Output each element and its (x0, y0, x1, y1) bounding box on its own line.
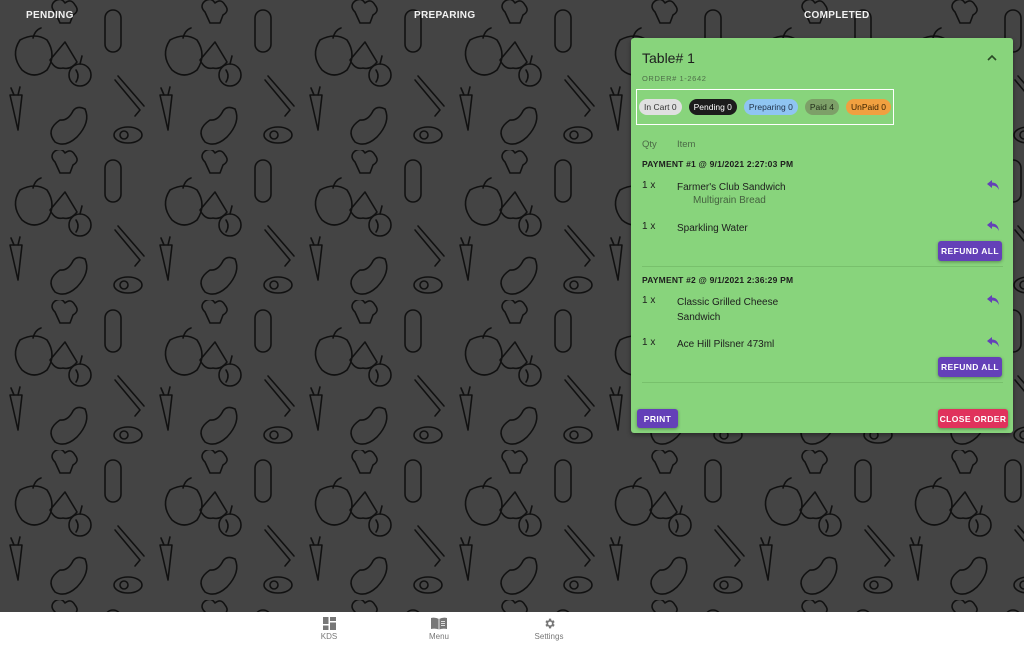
divider (642, 382, 1003, 383)
order-card: Table# 1 ORDER# 1-2642 In Cart 0 Pending… (631, 38, 1013, 433)
undo-icon[interactable] (986, 294, 1000, 306)
chip-pending[interactable]: Pending 0 (688, 99, 737, 115)
item-name: Sparkling Water (677, 223, 748, 234)
nav-label: Settings (534, 632, 564, 641)
gear-icon (544, 618, 555, 629)
nav-label: KDS (320, 632, 338, 641)
undo-icon[interactable] (986, 336, 1000, 348)
payment-header: PAYMENT #1 @ 9/1/2021 2:27:03 PM (642, 159, 794, 169)
table-title: Table# 1 (642, 50, 695, 66)
nav-item-menu[interactable]: Menu (409, 617, 469, 641)
nav-item-settings[interactable]: Settings (519, 617, 579, 641)
item-name: Farmer's Club Sandwich (677, 182, 786, 193)
chip-preparing[interactable]: Preparing 0 (743, 99, 798, 115)
item-name: Ace Hill Pilsner 473ml (677, 339, 775, 350)
qty-header: Qty (642, 139, 657, 150)
item-modifier: Multigrain Bread (693, 195, 766, 206)
order-number: ORDER# 1-2642 (642, 74, 707, 83)
bottom-navigation: KDS Menu Settings (0, 612, 1024, 649)
chip-unpaid[interactable]: UnPaid 0 (845, 99, 891, 115)
item-name: Classic Grilled Cheese Sandwich (677, 297, 779, 323)
item-qty: 1 x (642, 295, 656, 306)
column-header-preparing: PREPARING (414, 10, 476, 21)
dashboard-icon (322, 617, 336, 630)
item-qty: 1 x (642, 180, 656, 191)
item-qty: 1 x (642, 337, 656, 348)
refund-all-button[interactable]: REFUND ALL (938, 357, 1002, 377)
column-header-completed: COMPLETED (804, 10, 870, 21)
payment-header: PAYMENT #2 @ 9/1/2021 2:36:29 PM (642, 275, 794, 285)
undo-icon[interactable] (986, 220, 1000, 232)
refund-all-button[interactable]: REFUND ALL (938, 241, 1002, 261)
chip-in-cart[interactable]: In Cart 0 (639, 99, 682, 115)
chevron-up-icon[interactable] (985, 52, 999, 64)
item-header: Item (677, 139, 696, 150)
menu-book-icon (431, 617, 447, 630)
close-order-button[interactable]: CLOSE ORDER (938, 409, 1008, 428)
print-button[interactable]: PRINT (637, 409, 678, 428)
status-chips: In Cart 0 Pending 0 Preparing 0 Paid 4 U… (636, 89, 894, 125)
divider (642, 266, 1003, 267)
chip-paid[interactable]: Paid 4 (804, 99, 839, 115)
undo-icon[interactable] (986, 179, 1000, 191)
nav-item-kds[interactable]: KDS (299, 617, 359, 641)
item-qty: 1 x (642, 221, 656, 232)
column-header-pending: PENDING (26, 10, 74, 21)
nav-label: Menu (428, 632, 449, 641)
